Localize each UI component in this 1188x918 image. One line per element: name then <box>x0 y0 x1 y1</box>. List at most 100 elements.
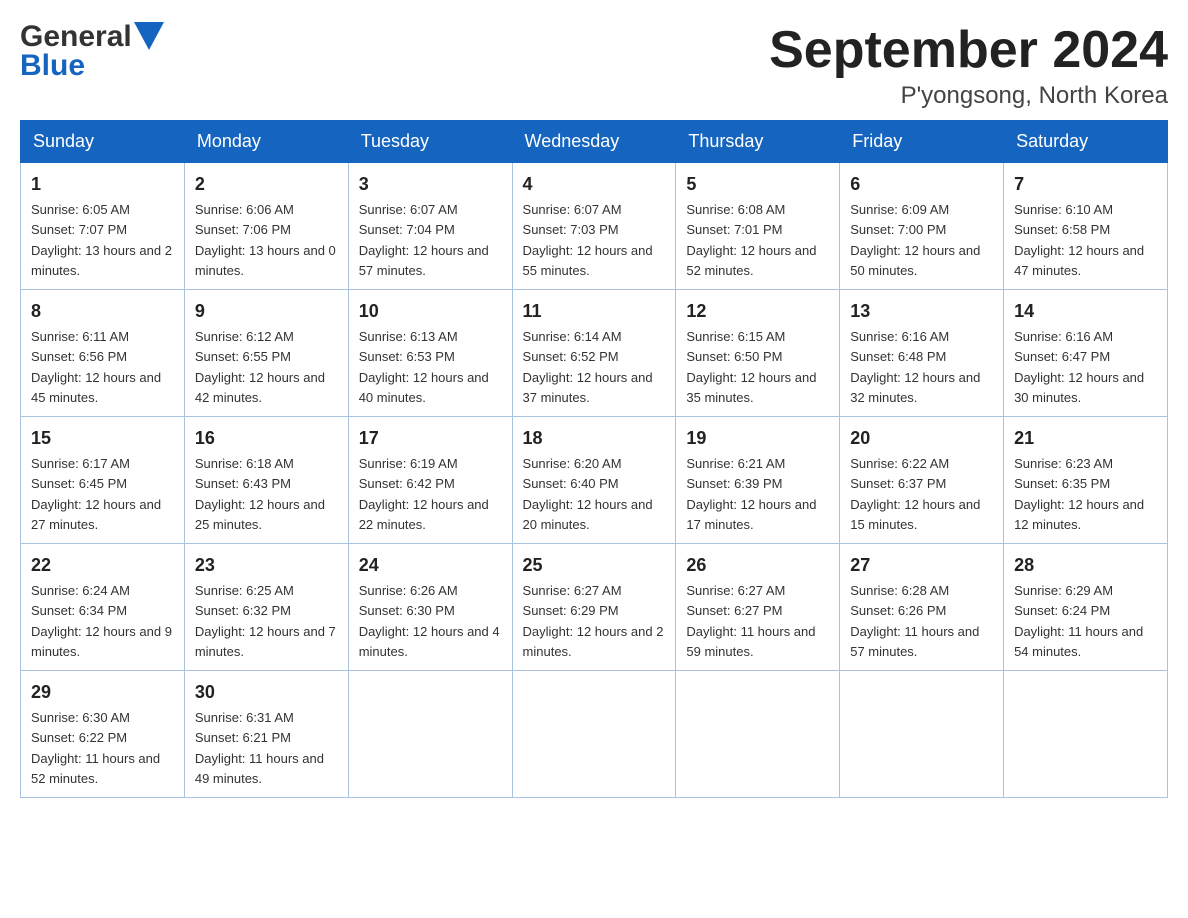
day-info: Sunrise: 6:21 AMSunset: 6:39 PMDaylight:… <box>686 456 816 532</box>
day-number: 29 <box>31 679 174 706</box>
calendar-cell: 25 Sunrise: 6:27 AMSunset: 6:29 PMDaylig… <box>512 544 676 671</box>
calendar-cell: 3 Sunrise: 6:07 AMSunset: 7:04 PMDayligh… <box>348 163 512 290</box>
day-info: Sunrise: 6:11 AMSunset: 6:56 PMDaylight:… <box>31 329 161 405</box>
day-number: 11 <box>523 298 666 325</box>
calendar-cell: 5 Sunrise: 6:08 AMSunset: 7:01 PMDayligh… <box>676 163 840 290</box>
calendar-cell: 27 Sunrise: 6:28 AMSunset: 6:26 PMDaylig… <box>840 544 1004 671</box>
day-info: Sunrise: 6:13 AMSunset: 6:53 PMDaylight:… <box>359 329 489 405</box>
calendar-cell <box>1004 671 1168 798</box>
calendar-cell: 12 Sunrise: 6:15 AMSunset: 6:50 PMDaylig… <box>676 290 840 417</box>
day-number: 30 <box>195 679 338 706</box>
calendar-cell: 30 Sunrise: 6:31 AMSunset: 6:21 PMDaylig… <box>184 671 348 798</box>
calendar-cell: 10 Sunrise: 6:13 AMSunset: 6:53 PMDaylig… <box>348 290 512 417</box>
day-number: 17 <box>359 425 502 452</box>
day-number: 14 <box>1014 298 1157 325</box>
day-info: Sunrise: 6:07 AMSunset: 7:03 PMDaylight:… <box>523 202 653 278</box>
day-info: Sunrise: 6:15 AMSunset: 6:50 PMDaylight:… <box>686 329 816 405</box>
calendar-cell: 4 Sunrise: 6:07 AMSunset: 7:03 PMDayligh… <box>512 163 676 290</box>
calendar-week-row: 8 Sunrise: 6:11 AMSunset: 6:56 PMDayligh… <box>21 290 1168 417</box>
calendar-week-row: 22 Sunrise: 6:24 AMSunset: 6:34 PMDaylig… <box>21 544 1168 671</box>
day-number: 25 <box>523 552 666 579</box>
calendar-cell: 2 Sunrise: 6:06 AMSunset: 7:06 PMDayligh… <box>184 163 348 290</box>
day-info: Sunrise: 6:27 AMSunset: 6:27 PMDaylight:… <box>686 583 815 659</box>
day-number: 18 <box>523 425 666 452</box>
day-number: 28 <box>1014 552 1157 579</box>
day-info: Sunrise: 6:18 AMSunset: 6:43 PMDaylight:… <box>195 456 325 532</box>
day-info: Sunrise: 6:31 AMSunset: 6:21 PMDaylight:… <box>195 710 324 786</box>
day-info: Sunrise: 6:19 AMSunset: 6:42 PMDaylight:… <box>359 456 489 532</box>
day-number: 19 <box>686 425 829 452</box>
day-number: 4 <box>523 171 666 198</box>
day-number: 8 <box>31 298 174 325</box>
day-number: 16 <box>195 425 338 452</box>
calendar-cell: 6 Sunrise: 6:09 AMSunset: 7:00 PMDayligh… <box>840 163 1004 290</box>
col-sunday: Sunday <box>21 121 185 163</box>
title-area: September 2024 P'yongsong, North Korea <box>769 20 1168 110</box>
logo: General Blue <box>20 20 164 83</box>
day-info: Sunrise: 6:05 AMSunset: 7:07 PMDaylight:… <box>31 202 172 278</box>
day-info: Sunrise: 6:17 AMSunset: 6:45 PMDaylight:… <box>31 456 161 532</box>
day-info: Sunrise: 6:09 AMSunset: 7:00 PMDaylight:… <box>850 202 980 278</box>
day-number: 3 <box>359 171 502 198</box>
calendar-cell: 17 Sunrise: 6:19 AMSunset: 6:42 PMDaylig… <box>348 417 512 544</box>
calendar-cell <box>512 671 676 798</box>
day-info: Sunrise: 6:10 AMSunset: 6:58 PMDaylight:… <box>1014 202 1144 278</box>
calendar-header-row: Sunday Monday Tuesday Wednesday Thursday… <box>21 121 1168 163</box>
calendar-cell: 22 Sunrise: 6:24 AMSunset: 6:34 PMDaylig… <box>21 544 185 671</box>
calendar-cell: 21 Sunrise: 6:23 AMSunset: 6:35 PMDaylig… <box>1004 417 1168 544</box>
calendar-cell: 1 Sunrise: 6:05 AMSunset: 7:07 PMDayligh… <box>21 163 185 290</box>
calendar-cell: 14 Sunrise: 6:16 AMSunset: 6:47 PMDaylig… <box>1004 290 1168 417</box>
day-number: 9 <box>195 298 338 325</box>
day-info: Sunrise: 6:20 AMSunset: 6:40 PMDaylight:… <box>523 456 653 532</box>
day-info: Sunrise: 6:22 AMSunset: 6:37 PMDaylight:… <box>850 456 980 532</box>
calendar-cell: 28 Sunrise: 6:29 AMSunset: 6:24 PMDaylig… <box>1004 544 1168 671</box>
day-number: 23 <box>195 552 338 579</box>
calendar-cell: 8 Sunrise: 6:11 AMSunset: 6:56 PMDayligh… <box>21 290 185 417</box>
day-info: Sunrise: 6:23 AMSunset: 6:35 PMDaylight:… <box>1014 456 1144 532</box>
day-number: 5 <box>686 171 829 198</box>
day-info: Sunrise: 6:16 AMSunset: 6:48 PMDaylight:… <box>850 329 980 405</box>
calendar-week-row: 15 Sunrise: 6:17 AMSunset: 6:45 PMDaylig… <box>21 417 1168 544</box>
col-wednesday: Wednesday <box>512 121 676 163</box>
day-number: 21 <box>1014 425 1157 452</box>
day-number: 20 <box>850 425 993 452</box>
day-info: Sunrise: 6:14 AMSunset: 6:52 PMDaylight:… <box>523 329 653 405</box>
day-info: Sunrise: 6:30 AMSunset: 6:22 PMDaylight:… <box>31 710 160 786</box>
col-tuesday: Tuesday <box>348 121 512 163</box>
calendar-cell: 23 Sunrise: 6:25 AMSunset: 6:32 PMDaylig… <box>184 544 348 671</box>
day-number: 27 <box>850 552 993 579</box>
day-number: 2 <box>195 171 338 198</box>
calendar-week-row: 29 Sunrise: 6:30 AMSunset: 6:22 PMDaylig… <box>21 671 1168 798</box>
day-info: Sunrise: 6:28 AMSunset: 6:26 PMDaylight:… <box>850 583 979 659</box>
day-info: Sunrise: 6:27 AMSunset: 6:29 PMDaylight:… <box>523 583 664 659</box>
day-number: 1 <box>31 171 174 198</box>
calendar-cell: 7 Sunrise: 6:10 AMSunset: 6:58 PMDayligh… <box>1004 163 1168 290</box>
day-info: Sunrise: 6:16 AMSunset: 6:47 PMDaylight:… <box>1014 329 1144 405</box>
day-info: Sunrise: 6:24 AMSunset: 6:34 PMDaylight:… <box>31 583 172 659</box>
calendar-cell: 15 Sunrise: 6:17 AMSunset: 6:45 PMDaylig… <box>21 417 185 544</box>
calendar-cell: 18 Sunrise: 6:20 AMSunset: 6:40 PMDaylig… <box>512 417 676 544</box>
month-title: September 2024 <box>769 20 1168 80</box>
calendar-cell: 29 Sunrise: 6:30 AMSunset: 6:22 PMDaylig… <box>21 671 185 798</box>
day-number: 22 <box>31 552 174 579</box>
col-saturday: Saturday <box>1004 121 1168 163</box>
calendar-cell <box>348 671 512 798</box>
day-info: Sunrise: 6:29 AMSunset: 6:24 PMDaylight:… <box>1014 583 1143 659</box>
calendar-cell: 13 Sunrise: 6:16 AMSunset: 6:48 PMDaylig… <box>840 290 1004 417</box>
logo-text-blue: Blue <box>20 49 85 83</box>
calendar-cell <box>676 671 840 798</box>
day-number: 13 <box>850 298 993 325</box>
day-info: Sunrise: 6:06 AMSunset: 7:06 PMDaylight:… <box>195 202 336 278</box>
day-number: 26 <box>686 552 829 579</box>
calendar-cell: 11 Sunrise: 6:14 AMSunset: 6:52 PMDaylig… <box>512 290 676 417</box>
calendar-cell: 20 Sunrise: 6:22 AMSunset: 6:37 PMDaylig… <box>840 417 1004 544</box>
calendar-cell <box>840 671 1004 798</box>
day-number: 24 <box>359 552 502 579</box>
calendar-table: Sunday Monday Tuesday Wednesday Thursday… <box>20 120 1168 798</box>
day-info: Sunrise: 6:08 AMSunset: 7:01 PMDaylight:… <box>686 202 816 278</box>
logo-arrow-icon <box>134 22 164 50</box>
location-title: P'yongsong, North Korea <box>769 82 1168 110</box>
day-info: Sunrise: 6:07 AMSunset: 7:04 PMDaylight:… <box>359 202 489 278</box>
day-info: Sunrise: 6:12 AMSunset: 6:55 PMDaylight:… <box>195 329 325 405</box>
calendar-cell: 24 Sunrise: 6:26 AMSunset: 6:30 PMDaylig… <box>348 544 512 671</box>
